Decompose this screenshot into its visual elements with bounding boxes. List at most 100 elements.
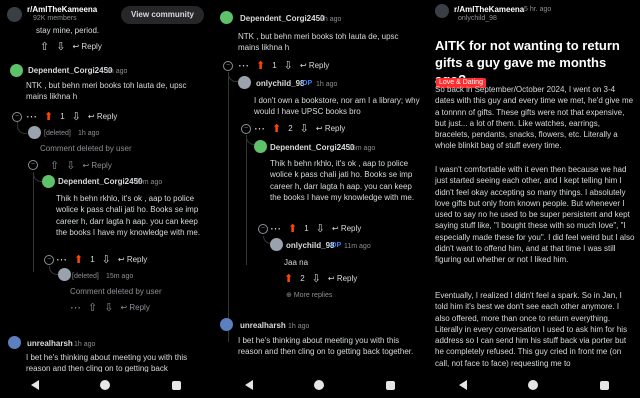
downvote-icon[interactable]: ⇩ xyxy=(284,59,293,72)
comment-author[interactable]: Dependent_Corgi2450 xyxy=(240,14,324,23)
more-replies-link[interactable]: ⊕ More replies xyxy=(286,291,332,301)
home-icon[interactable] xyxy=(100,380,111,390)
post-paragraph-2: I wasn't comfortable with it even then b… xyxy=(435,165,635,265)
reply-button[interactable]: ↩ Reply xyxy=(328,274,357,283)
comment-time: 1h ago xyxy=(288,323,310,330)
reply-button[interactable]: ↩ Reply xyxy=(82,161,111,170)
upvote-icon[interactable]: ⬆ xyxy=(74,253,83,266)
community-avatar[interactable] xyxy=(7,7,22,22)
upvote-icon[interactable]: ⬆ xyxy=(272,122,281,135)
reply-button[interactable]: ↩ Reply xyxy=(332,224,361,233)
more-options-icon[interactable]: ⋯ xyxy=(238,59,249,72)
vote-count: 2 xyxy=(288,124,293,133)
downvote-icon[interactable]: ⇩ xyxy=(316,222,325,235)
thread-line xyxy=(246,135,247,265)
comment-actions: ⇧ ⇩ ↩ Reply xyxy=(50,159,112,172)
upvote-icon[interactable]: ⬆ xyxy=(288,222,297,235)
op-badge: OP xyxy=(331,242,342,249)
comment-actions: ⋯ ⬆ 1 ⇩ ↩ Reply xyxy=(270,222,361,235)
back-icon[interactable] xyxy=(30,380,39,390)
comment-author[interactable]: onlychild_98 xyxy=(286,241,334,250)
reply-button[interactable]: ↩ Reply xyxy=(120,303,149,312)
comment-time: 1h ago xyxy=(316,81,338,88)
reply-button[interactable]: ↩ Reply xyxy=(88,112,117,121)
upvote-icon[interactable]: ⬆ xyxy=(284,272,293,285)
avatar[interactable] xyxy=(254,140,267,153)
thread-line xyxy=(228,72,238,82)
comment-author[interactable]: Dependent_Corgi2450 xyxy=(58,177,142,186)
view-community-button[interactable]: View community xyxy=(121,6,204,24)
reply-button[interactable]: ↩ Reply xyxy=(118,255,147,264)
comment-text: NTK , but behn meri books toh lauta de, … xyxy=(26,81,187,102)
comment-text: Thik h behn rkhlo, it's ok , aap to poli… xyxy=(56,194,201,237)
back-icon[interactable] xyxy=(458,380,467,390)
reply-button[interactable]: ↩ Reply xyxy=(72,42,101,51)
downvote-icon[interactable]: ⇩ xyxy=(300,122,309,135)
downvote-icon[interactable]: ⇩ xyxy=(104,301,113,314)
collapse-icon[interactable]: − xyxy=(12,112,22,122)
comment-time: 29m ago xyxy=(135,179,163,186)
comment-author[interactable]: unrealharsh xyxy=(240,321,286,330)
community-avatar[interactable] xyxy=(435,4,449,18)
downvote-icon[interactable]: ⇩ xyxy=(66,159,75,172)
deleted-avatar xyxy=(28,126,41,139)
more-options-icon[interactable]: ⋯ xyxy=(56,253,67,266)
downvote-icon[interactable]: ⇩ xyxy=(56,40,65,53)
comment-actions: ⋯ ⬆ 1 ⇩ ↩ Reply xyxy=(238,59,329,72)
upvote-icon[interactable]: ⇧ xyxy=(88,301,97,314)
collapse-icon[interactable]: − xyxy=(44,255,54,265)
downvote-icon[interactable]: ⇩ xyxy=(312,272,321,285)
upvote-icon[interactable]: ⬆ xyxy=(256,59,265,72)
vote-count: 1 xyxy=(304,224,309,233)
avatar[interactable] xyxy=(220,11,233,24)
collapse-icon[interactable]: − xyxy=(241,124,251,134)
comment-time: 2h ago xyxy=(106,68,128,75)
more-options-icon[interactable]: ⋯ xyxy=(254,122,265,135)
upvote-icon[interactable]: ⇧ xyxy=(50,159,59,172)
avatar[interactable] xyxy=(10,64,23,77)
vote-count: 1 xyxy=(90,255,95,264)
more-options-icon[interactable]: ⋯ xyxy=(70,301,81,314)
home-icon[interactable] xyxy=(528,380,539,390)
avatar[interactable] xyxy=(8,336,21,349)
avatar[interactable] xyxy=(220,318,233,331)
downvote-icon[interactable]: ⇩ xyxy=(72,110,81,123)
comments-panel-left: r/AmITheKameena 92K members View communi… xyxy=(0,0,212,398)
collapse-icon[interactable]: − xyxy=(258,224,268,234)
collapse-icon[interactable]: − xyxy=(28,160,38,170)
expand-icon: ⊕ xyxy=(286,292,292,299)
collapse-icon[interactable]: − xyxy=(223,61,233,71)
comment-author[interactable]: unrealharsh xyxy=(27,339,73,348)
post-author[interactable]: onlychild_98 xyxy=(458,14,497,24)
deleted-message: Comment deleted by user xyxy=(40,144,132,153)
comment-time: 25m ago xyxy=(348,145,376,152)
recents-icon[interactable] xyxy=(600,380,610,390)
avatar[interactable] xyxy=(270,238,283,251)
recents-icon[interactable] xyxy=(386,380,396,390)
comment-author[interactable]: onlychild_98 xyxy=(256,79,304,88)
system-nav-bar xyxy=(0,372,212,398)
comment-author[interactable]: Dependent_Corgi2450 xyxy=(270,143,354,152)
home-icon[interactable] xyxy=(314,380,325,390)
recents-icon[interactable] xyxy=(172,380,182,390)
comment-author[interactable]: Dependent_Corgi2450 xyxy=(28,66,112,75)
thread-line xyxy=(228,72,229,342)
post-paragraph-1: So back in September/October 2024, I wen… xyxy=(435,85,634,151)
comment-actions: ⇧ ⇩ ↩ Reply xyxy=(40,40,102,53)
more-options-icon[interactable]: ⋯ xyxy=(26,110,37,123)
comment-text: Jaa na xyxy=(284,258,309,267)
back-icon[interactable] xyxy=(244,380,253,390)
upvote-icon[interactable]: ⇧ xyxy=(40,40,49,53)
reply-button[interactable]: ↩ Reply xyxy=(300,61,329,70)
more-options-icon[interactable]: ⋯ xyxy=(270,222,281,235)
avatar[interactable] xyxy=(238,76,251,89)
reply-button[interactable]: ↩ Reply xyxy=(316,124,345,133)
avatar[interactable] xyxy=(42,175,55,188)
comment-time: 1h ago xyxy=(78,130,100,137)
downvote-icon[interactable]: ⇩ xyxy=(102,253,111,266)
member-count: 92K members xyxy=(33,15,77,22)
op-badge: OP xyxy=(302,80,313,87)
comment-actions: ⋯ ⇧ ⇩ ↩ Reply xyxy=(70,301,150,314)
upvote-icon[interactable]: ⬆ xyxy=(44,110,53,123)
thread-line xyxy=(33,172,34,272)
